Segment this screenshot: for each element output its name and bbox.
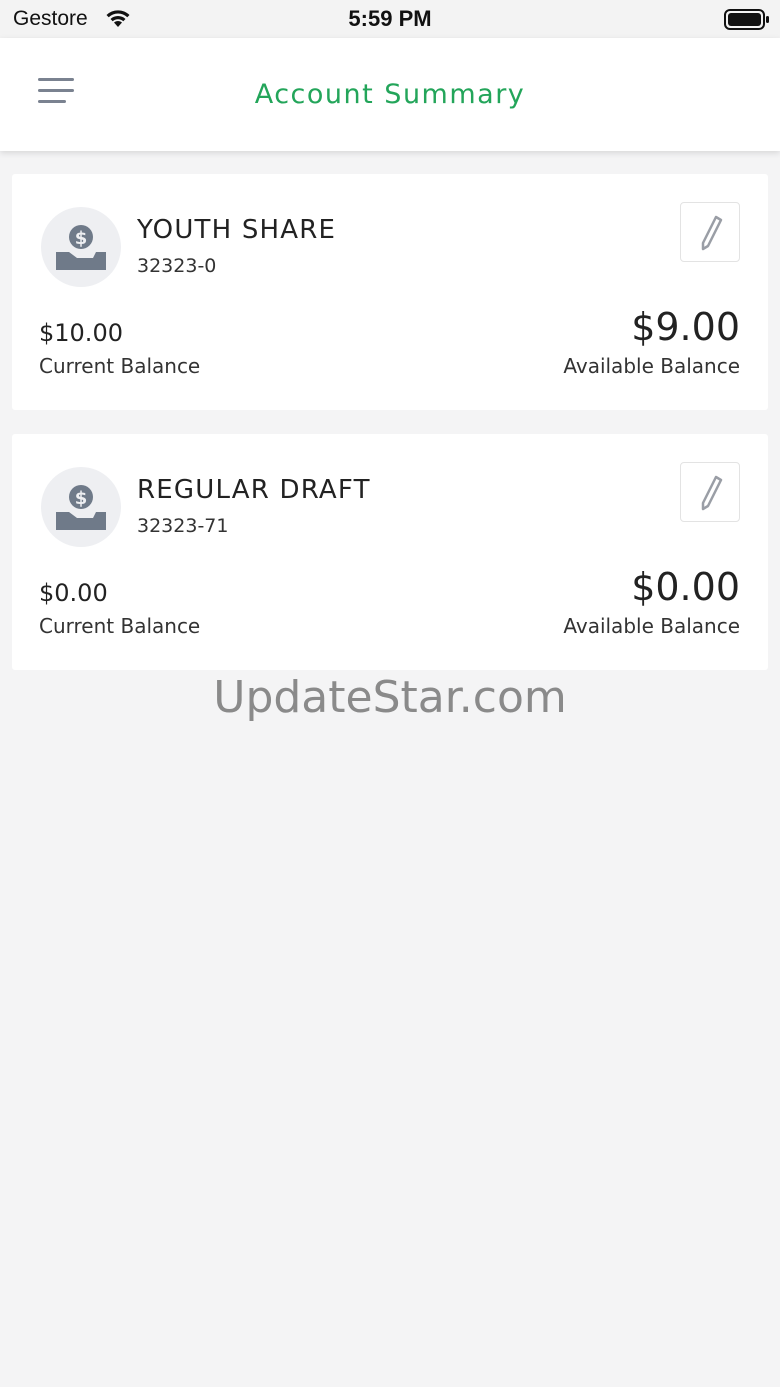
pencil-icon — [701, 475, 723, 511]
available-balance-value: $0.00 — [631, 565, 740, 609]
account-name: REGULAR DRAFT — [137, 475, 371, 505]
battery-icon — [724, 9, 770, 35]
money-in-hand-icon: $ — [41, 467, 121, 547]
account-number: 32323-71 — [137, 515, 229, 537]
available-balance-value: $9.00 — [631, 305, 740, 349]
watermark-text: UpdateStar.com — [213, 672, 567, 723]
svg-text:$: $ — [75, 488, 88, 509]
account-number: 32323-0 — [137, 255, 217, 277]
pencil-icon — [701, 215, 723, 251]
header-bar: Account Summary — [0, 38, 780, 151]
account-card-regular-draft[interactable]: $ REGULAR DRAFT 32323-71 $0.00 Current B… — [12, 434, 768, 670]
status-time: 5:59 PM — [348, 6, 432, 31]
money-in-hand-icon: $ — [41, 207, 121, 287]
current-balance-value: $0.00 — [39, 579, 108, 607]
edit-account-button[interactable] — [680, 202, 740, 262]
account-name: YOUTH SHARE — [137, 215, 337, 245]
svg-text:$: $ — [75, 228, 88, 249]
edit-account-button[interactable] — [680, 462, 740, 522]
account-card-youth-share[interactable]: $ YOUTH SHARE 32323-0 $10.00 Current Bal… — [12, 174, 768, 410]
current-balance-value: $10.00 — [39, 319, 123, 347]
current-balance-label: Current Balance — [39, 614, 201, 638]
available-balance-label: Available Balance — [563, 354, 740, 378]
available-balance-label: Available Balance — [563, 614, 740, 638]
current-balance-label: Current Balance — [39, 354, 201, 378]
status-bar: Gestore 5:59 PM — [0, 0, 780, 38]
page-title: Account Summary — [254, 79, 526, 110]
